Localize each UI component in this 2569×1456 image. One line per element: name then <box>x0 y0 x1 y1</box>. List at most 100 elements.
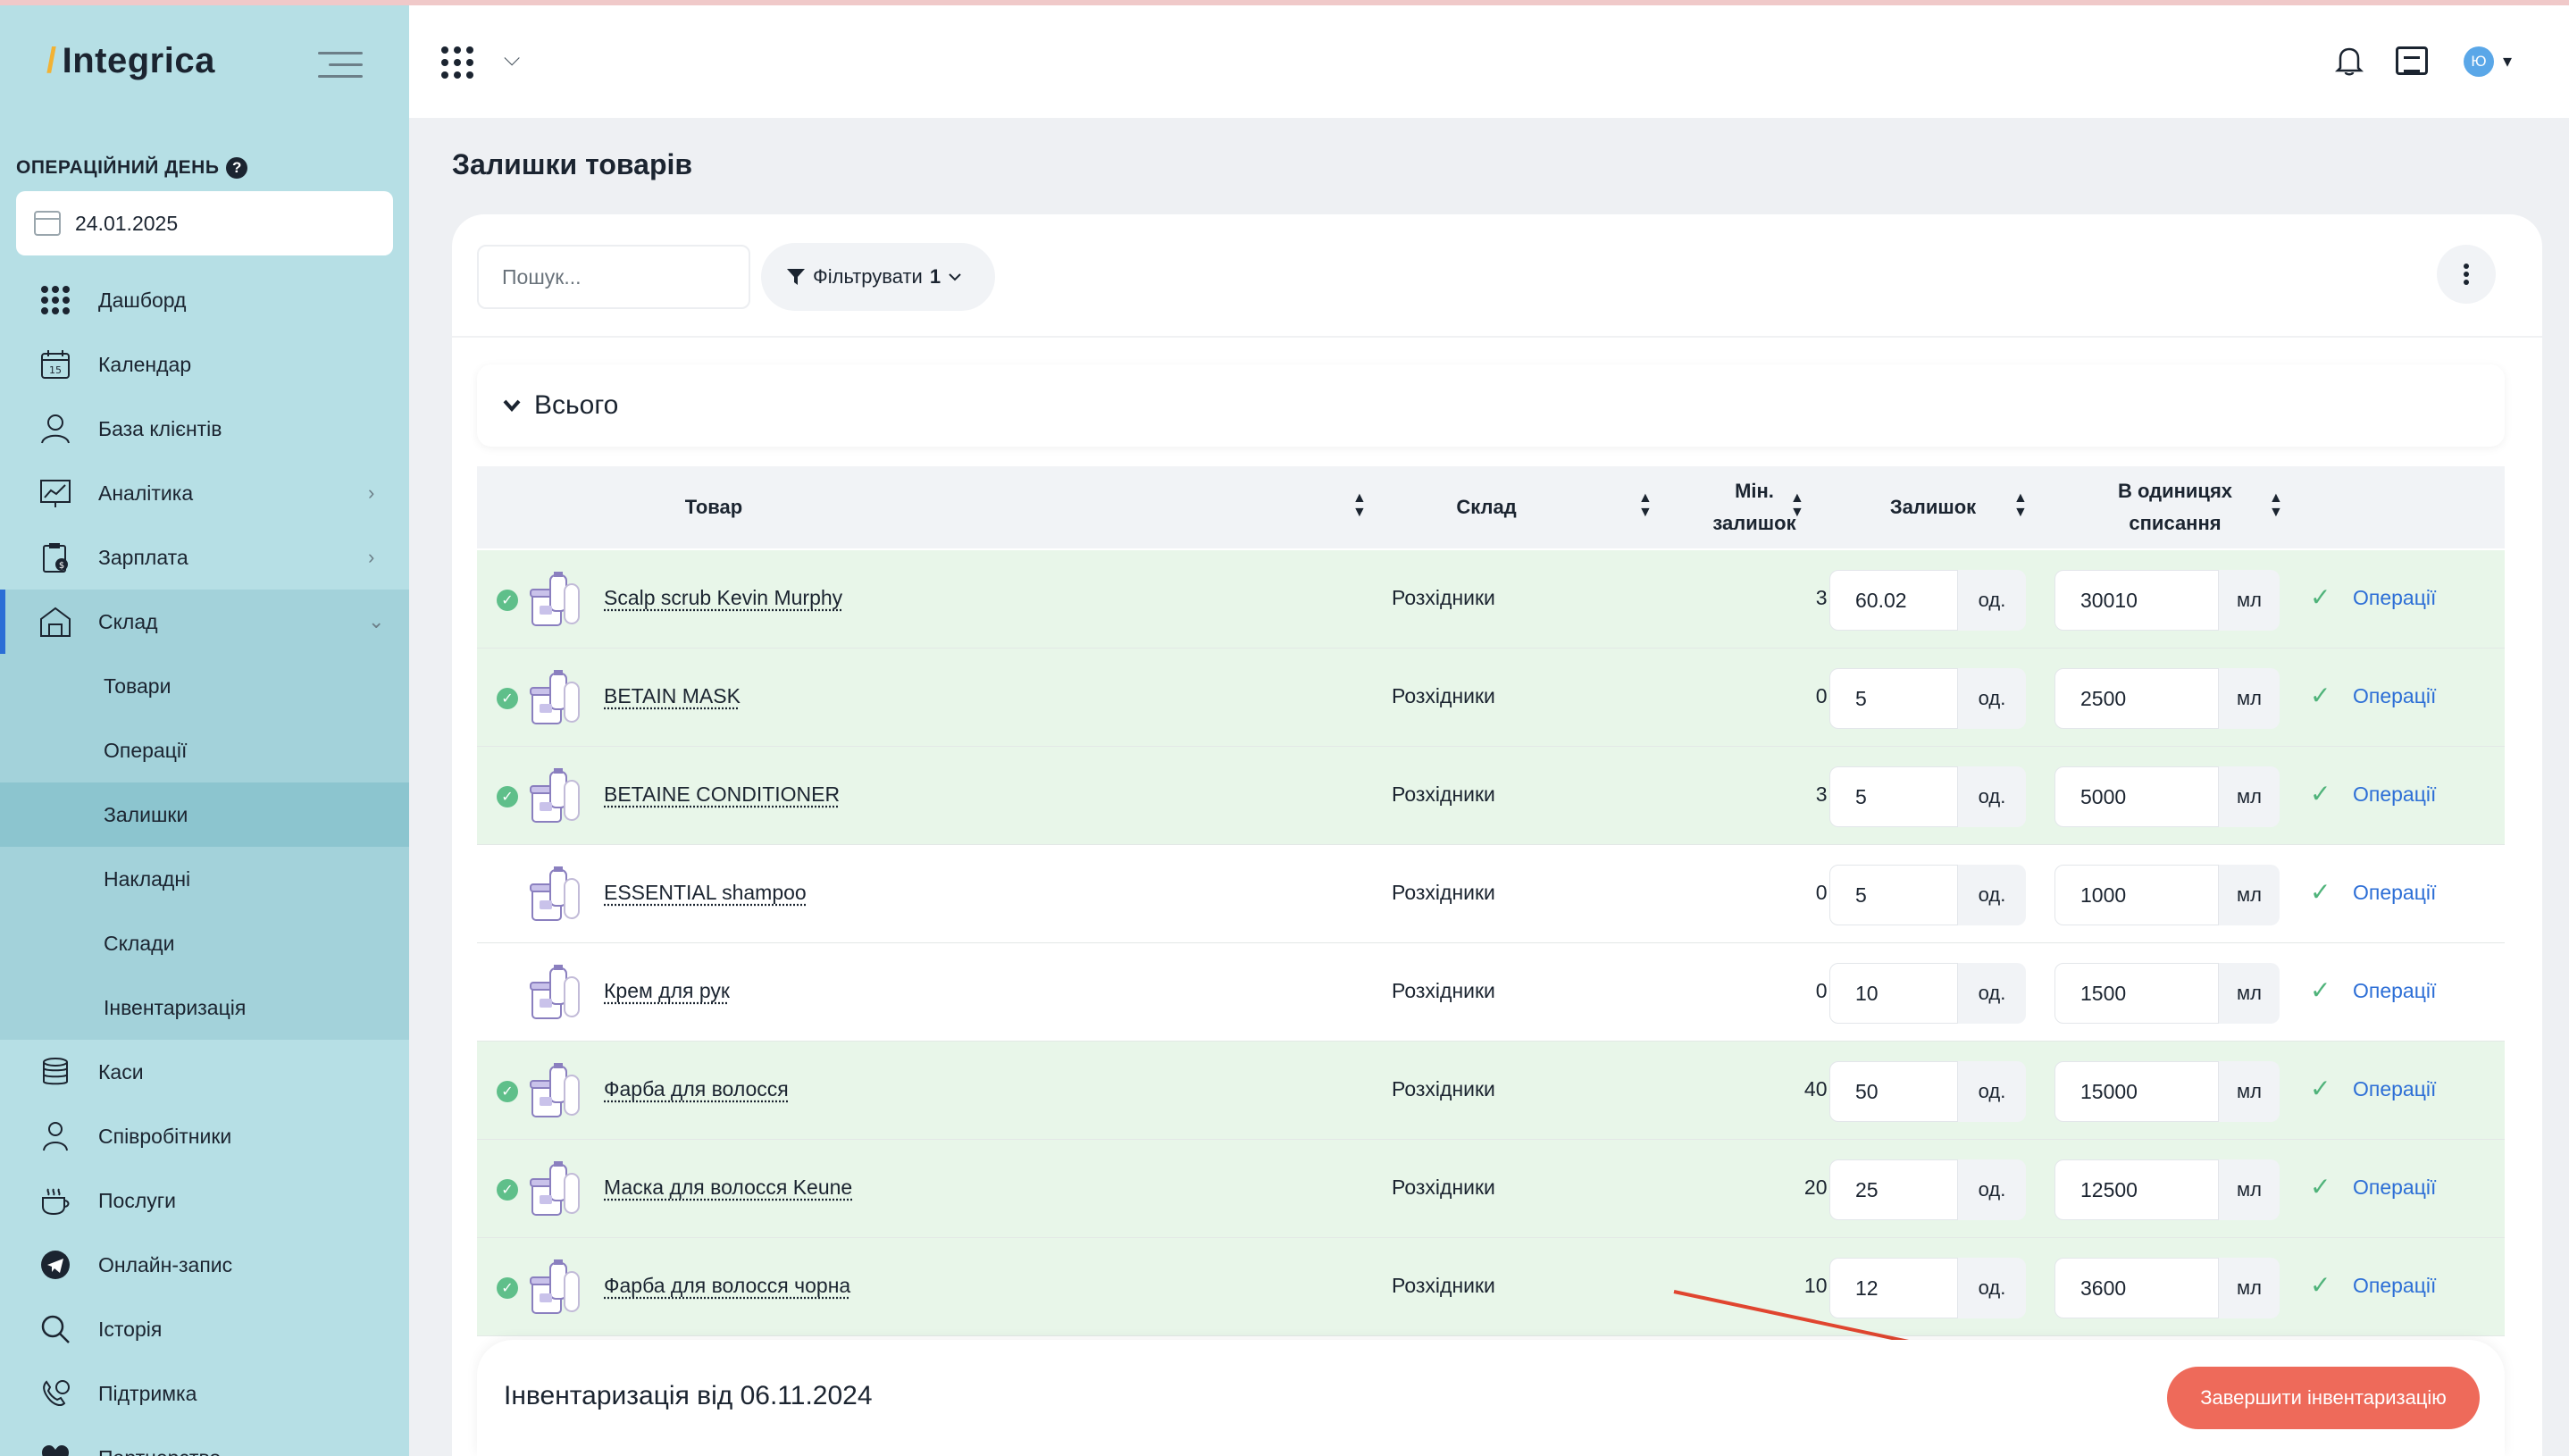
operations-link[interactable]: Операції <box>2353 1176 2436 1200</box>
operations-link[interactable]: Операції <box>2353 881 2436 905</box>
finish-inventory-button[interactable]: Завершити інвентаризацію <box>2167 1367 2480 1429</box>
checked-status-icon: ✓ <box>497 688 518 709</box>
writeoff-unit-label: мл <box>2219 570 2280 631</box>
nav-sub-warehouses[interactable]: Склади <box>0 911 409 975</box>
stock-quantity-input[interactable]: 5 <box>1829 668 1958 729</box>
table-row: ✓BETAINE CONDITIONERРозхідники3 од.5од.5… <box>477 747 2505 845</box>
col-product[interactable]: Товар <box>477 466 950 548</box>
stock-quantity-input[interactable]: 60.02 <box>1829 570 1958 631</box>
writeoff-units-input[interactable]: 5000 <box>2054 766 2219 827</box>
filter-button[interactable]: Фільтрувати 1 <box>761 243 995 311</box>
product-name-link[interactable]: BETAIN MASK <box>604 684 741 708</box>
writeoff-unit-label: мл <box>2219 766 2280 827</box>
nav-history[interactable]: Історія <box>0 1297 409 1361</box>
product-image <box>530 572 580 626</box>
chevron-down-icon <box>949 273 961 281</box>
stock-quantity-input[interactable]: 5 <box>1829 865 1958 925</box>
product-name-link[interactable]: Фарба для волосся <box>604 1077 789 1101</box>
chevron-down-icon[interactable]: ⌵ <box>504 46 520 71</box>
writeoff-units-input[interactable]: 15000 <box>2054 1061 2219 1122</box>
news-icon[interactable] <box>2396 46 2428 75</box>
app-logo[interactable]: / Integrica <box>46 41 215 81</box>
confirm-check-icon[interactable]: ✓ <box>2310 1074 2331 1103</box>
nav-clients[interactable]: База клієнтів <box>0 397 409 461</box>
menu-collapse-icon[interactable] <box>318 50 363 80</box>
stock-quantity-input[interactable]: 25 <box>1829 1159 1958 1220</box>
writeoff-units-input[interactable]: 2500 <box>2054 668 2219 729</box>
chevron-down-icon <box>503 399 521 413</box>
confirm-check-icon[interactable]: ✓ <box>2310 975 2331 1005</box>
operations-link[interactable]: Операції <box>2353 586 2436 610</box>
nav-sub-operations[interactable]: Операції <box>0 718 409 782</box>
stock-unit-label: од. <box>1958 1159 2026 1220</box>
nav-analytics[interactable]: Аналітика › <box>0 461 409 525</box>
chevron-down-icon: ⌄ <box>368 610 385 632</box>
operations-link[interactable]: Операції <box>2353 1077 2436 1101</box>
operational-day-date-input[interactable]: 24.01.2025 <box>16 191 393 255</box>
product-name-link[interactable]: ESSENTIAL shampoo <box>604 881 807 905</box>
writeoff-units-input[interactable]: 1000 <box>2054 865 2219 925</box>
more-options-icon[interactable] <box>2437 245 2496 304</box>
sort-icon[interactable]: ▲ ▼ <box>2269 491 2283 520</box>
product-image <box>530 1161 580 1216</box>
product-name-link[interactable]: Scalp scrub Kevin Murphy <box>604 586 842 610</box>
confirm-check-icon[interactable]: ✓ <box>2310 779 2331 808</box>
sort-icon[interactable]: ▲ ▼ <box>1638 491 1653 520</box>
table-row: ESSENTIAL shampooРозхідники0 од.5од.1000… <box>477 845 2505 943</box>
stock-quantity-input[interactable]: 10 <box>1829 963 1958 1024</box>
nav-calendar[interactable]: 15 Календар <box>0 332 409 397</box>
search-input[interactable]: Пошук... <box>477 245 750 309</box>
nav-cash[interactable]: Каси <box>0 1040 409 1104</box>
avatar[interactable]: Ю <box>2464 46 2494 77</box>
product-name-link[interactable]: Крем для рук <box>604 979 730 1003</box>
product-name-link[interactable]: Маска для волосся Keune <box>604 1176 852 1200</box>
writeoff-units-input[interactable]: 30010 <box>2054 570 2219 631</box>
operations-link[interactable]: Операції <box>2353 979 2436 1003</box>
nav-sub-invoices[interactable]: Накладні <box>0 847 409 911</box>
operations-link[interactable]: Операції <box>2353 1274 2436 1298</box>
product-name-link[interactable]: BETAINE CONDITIONER <box>604 782 840 807</box>
nav-sub-stock[interactable]: Залишки <box>0 782 409 847</box>
col-stock[interactable]: Залишок <box>1844 466 2022 548</box>
sort-icon[interactable]: ▲ ▼ <box>1790 491 1804 520</box>
help-icon[interactable]: ? <box>226 157 248 179</box>
caret-down-icon[interactable]: ▾ <box>2503 50 2512 72</box>
table-row: ✓Маска для волосся KeuneРозхідники20 од.… <box>477 1140 2505 1238</box>
nav-sub-inventory[interactable]: Інвентаризація <box>0 975 409 1040</box>
search-icon <box>38 1313 73 1345</box>
sort-icon[interactable]: ▲ ▼ <box>2013 491 2028 520</box>
writeoff-units-input[interactable]: 12500 <box>2054 1159 2219 1220</box>
nav-services[interactable]: Послуги <box>0 1168 409 1233</box>
operations-link[interactable]: Операції <box>2353 782 2436 807</box>
col-min-stock[interactable]: Мін. залишок <box>1656 466 1853 548</box>
warehouse-name: Розхідники <box>1392 586 1495 609</box>
nav-warehouse[interactable]: Склад ⌄ <box>0 590 409 654</box>
checked-status-icon: ✓ <box>497 1277 518 1299</box>
operations-link[interactable]: Операції <box>2353 684 2436 708</box>
confirm-check-icon[interactable]: ✓ <box>2310 681 2331 710</box>
support-icon <box>38 1377 73 1410</box>
stock-quantity-input[interactable]: 5 <box>1829 766 1958 827</box>
nav-partnership[interactable]: Партнерство <box>0 1426 409 1456</box>
confirm-check-icon[interactable]: ✓ <box>2310 1172 2331 1201</box>
nav-salary[interactable]: $ Зарплата › <box>0 525 409 590</box>
confirm-check-icon[interactable]: ✓ <box>2310 582 2331 612</box>
stock-unit-label: од. <box>1958 766 2026 827</box>
total-collapsible[interactable]: Всього <box>477 364 2505 447</box>
bell-icon[interactable] <box>2334 45 2364 85</box>
nav-staff[interactable]: Співробітники <box>0 1104 409 1168</box>
col-units[interactable]: В одиницях списання <box>2054 466 2296 548</box>
nav-online-booking[interactable]: Онлайн-запис <box>0 1233 409 1297</box>
nav-sub-products[interactable]: Товари <box>0 654 409 718</box>
stock-quantity-input[interactable]: 50 <box>1829 1061 1958 1122</box>
apps-grid-icon[interactable] <box>441 46 473 79</box>
nav-support[interactable]: Підтримка <box>0 1361 409 1426</box>
col-warehouse[interactable]: Склад <box>1352 466 1620 548</box>
clients-icon <box>38 413 73 445</box>
telegram-icon <box>38 1249 73 1281</box>
confirm-check-icon[interactable]: ✓ <box>2310 1270 2331 1300</box>
writeoff-units-input[interactable]: 1500 <box>2054 963 2219 1024</box>
nav-dashboard[interactable]: Дашборд <box>0 268 409 332</box>
confirm-check-icon[interactable]: ✓ <box>2310 877 2331 907</box>
product-name-link[interactable]: Фарба для волосся чорна <box>604 1274 850 1298</box>
